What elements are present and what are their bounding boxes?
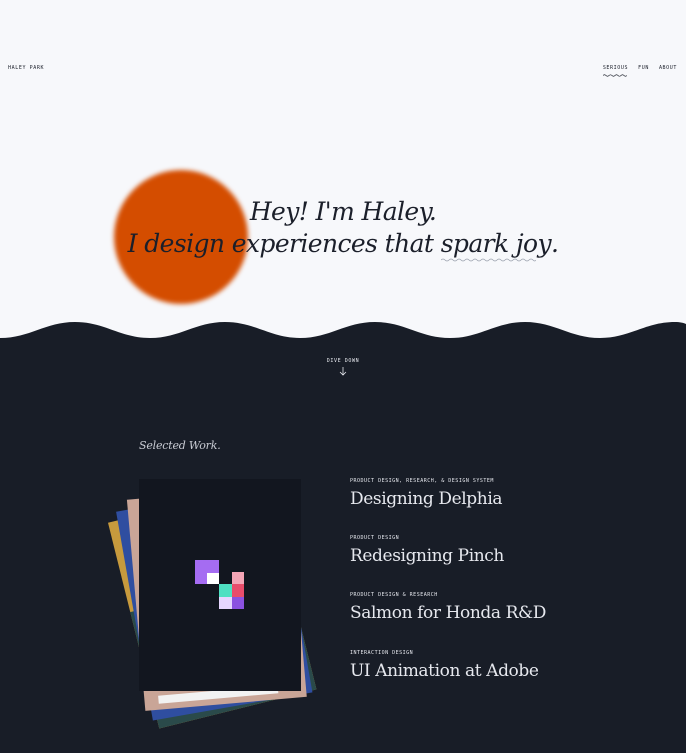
project-pinch[interactable]: PRODUCT DESIGN Redesigning Pinch (350, 535, 504, 566)
project-title: Redesigning Pinch (350, 546, 504, 566)
project-tag: PRODUCT DESIGN & RESEARCH (350, 592, 438, 598)
project-tag: INTERACTION DESIGN (350, 650, 414, 656)
project-salmon[interactable]: PRODUCT DESIGN & RESEARCH Salmon for Hon… (350, 592, 546, 623)
project-title: UI Animation at Adobe (350, 661, 539, 681)
project-title: Designing Delphia (350, 489, 503, 509)
project-card-stack[interactable] (0, 0, 686, 753)
card-front-delphia[interactable] (139, 479, 301, 691)
project-delphia[interactable]: PRODUCT DESIGN, RESEARCH, & DESIGN SYSTE… (350, 478, 502, 509)
project-title: Salmon for Honda R&D (350, 603, 546, 623)
project-tag: PRODUCT DESIGN (350, 535, 400, 541)
project-tag: PRODUCT DESIGN, RESEARCH, & DESIGN SYSTE… (350, 478, 494, 484)
project-adobe[interactable]: INTERACTION DESIGN UI Animation at Adobe (350, 650, 539, 681)
